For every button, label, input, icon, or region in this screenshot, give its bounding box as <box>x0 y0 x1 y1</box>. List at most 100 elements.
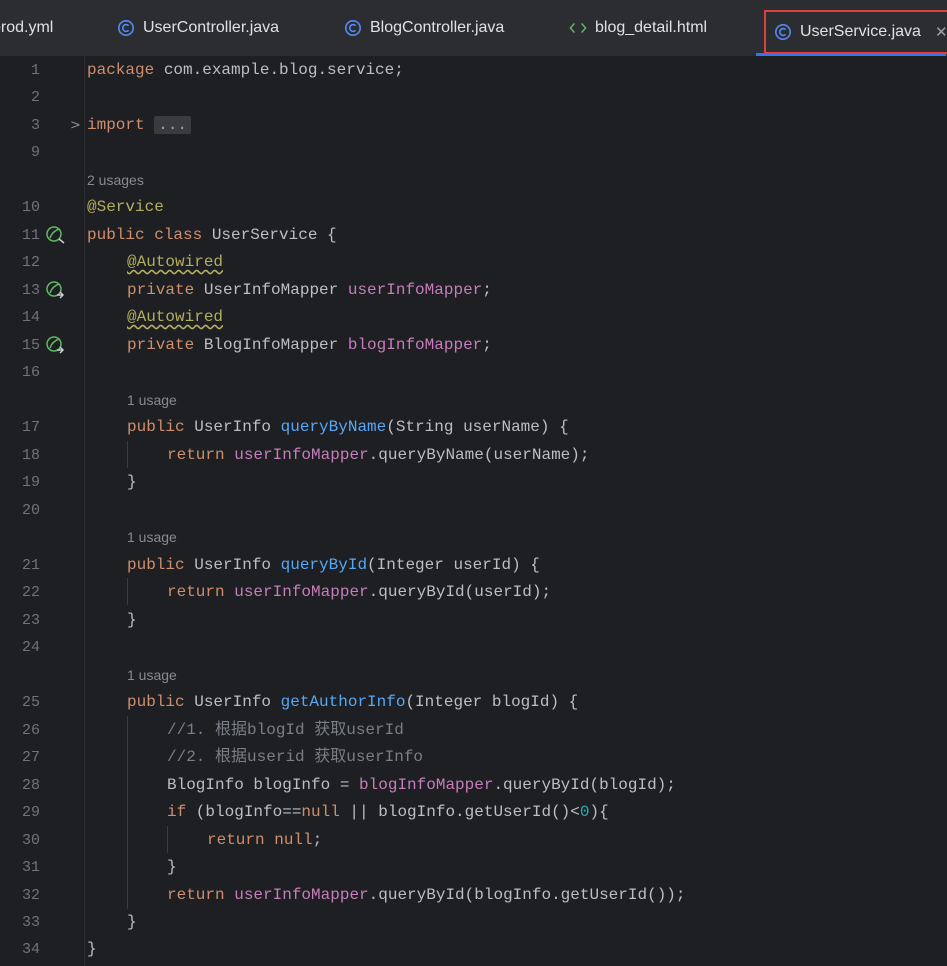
line-text: public UserInfo queryByName(String userN… <box>127 418 569 436</box>
tab-label: blog_detail.html <box>595 19 708 36</box>
line-text: private UserInfoMapper userInfoMapper; <box>127 281 492 299</box>
code-line: 14 @Autowired <box>0 304 947 331</box>
code-line: 26 //1. 根据blogId 获取userId <box>0 717 947 744</box>
code-line: 18 return userInfoMapper.queryByName(use… <box>0 442 947 469</box>
line-number: 25 <box>21 694 40 711</box>
line-number: 34 <box>21 941 40 958</box>
spring-bean-icon[interactable] <box>46 225 66 245</box>
tab-label: BlogController.java <box>370 19 505 36</box>
code-line: 27 //2. 根据userid 获取userInfo <box>0 744 947 771</box>
line-number: 3 <box>30 117 40 134</box>
line-number: 17 <box>21 419 40 436</box>
line-number: 23 <box>21 612 40 629</box>
fold-chevron-icon[interactable]: > <box>70 112 81 139</box>
line-number: 13 <box>21 282 40 299</box>
line-number: 19 <box>21 474 40 491</box>
line-text: @Autowired <box>127 308 224 326</box>
tab-label: UserService.java <box>800 23 921 40</box>
line-number: 21 <box>21 557 40 574</box>
code-line: 34 } <box>0 936 947 963</box>
line-number: 20 <box>21 502 40 519</box>
line-number: 10 <box>21 199 40 216</box>
code-line: 12 @Autowired <box>0 249 947 276</box>
code-line: 10 @Service <box>0 194 947 221</box>
tab-blog-detail-html[interactable]: blog_detail.html <box>569 0 707 56</box>
html-file-icon <box>569 19 587 37</box>
code-line: 11 public class UserService { <box>0 222 947 249</box>
line-text: package com.example.blog.service; <box>87 61 404 79</box>
line-number: 11 <box>21 227 40 244</box>
code-line: 21 public UserInfo queryById(Integer use… <box>0 552 947 579</box>
tab-blog-controller[interactable]: BlogController.java <box>344 0 504 56</box>
line-number: 24 <box>21 639 40 656</box>
tab-label: prod.yml <box>0 19 54 36</box>
line-number: 28 <box>21 777 40 794</box>
code-line: 28 BlogInfo blogInfo = blogInfoMapper.qu… <box>0 772 947 799</box>
code-line: 31 } <box>0 854 947 881</box>
code-line: 2 <box>0 84 947 111</box>
code-line: 1 package com.example.blog.service; <box>0 57 947 84</box>
line-number: 33 <box>21 914 40 931</box>
code-line: 13 private UserInfoMapper userInfoMapper… <box>0 277 947 304</box>
line-number: 14 <box>21 309 40 326</box>
code-line: 9 <box>0 139 947 166</box>
line-text: } <box>167 858 177 876</box>
folded-imports[interactable]: ... <box>154 116 192 134</box>
usage-hint[interactable]: 2 usages <box>87 172 144 188</box>
line-text: import ... <box>87 112 192 139</box>
usage-hint[interactable]: 1 usage <box>127 392 177 408</box>
line-number: 29 <box>21 804 40 821</box>
line-text: return userInfoMapper.queryByName(userNa… <box>167 446 590 464</box>
line-number: 30 <box>21 832 40 849</box>
autowired-navigation-icon[interactable] <box>46 335 66 355</box>
code-line: 30 return null; <box>0 827 947 854</box>
tab-user-controller[interactable]: UserController.java <box>117 0 279 56</box>
line-text: return null; <box>207 831 323 849</box>
line-text: @Service <box>87 198 164 216</box>
line-number: 27 <box>21 749 40 766</box>
autowired-navigation-icon[interactable] <box>46 280 66 300</box>
line-text: } <box>127 611 137 629</box>
code-line: 17 public UserInfo queryByName(String us… <box>0 414 947 441</box>
line-number: 22 <box>21 584 40 601</box>
line-number: 16 <box>21 364 40 381</box>
code-line: 15 private BlogInfoMapper blogInfoMapper… <box>0 332 947 359</box>
code-line: 32 return userInfoMapper.queryById(blogI… <box>0 882 947 909</box>
editor-tab-bar: prod.yml UserController.java BlogControl… <box>0 0 947 57</box>
line-number: 12 <box>21 254 40 271</box>
line-number: 2 <box>30 89 40 106</box>
line-text: public class UserService { <box>87 226 337 244</box>
tab-label: UserController.java <box>143 19 280 36</box>
code-line: 23 } <box>0 607 947 634</box>
code-line: 3 > import ... <box>0 112 947 139</box>
line-text: } <box>127 913 137 931</box>
java-class-icon <box>774 23 792 41</box>
line-text: private BlogInfoMapper blogInfoMapper; <box>127 336 492 354</box>
line-text: @Autowired <box>127 253 224 271</box>
line-comment: //2. 根据userid 获取userInfo <box>167 748 424 766</box>
code-line: 25 public UserInfo getAuthorInfo(Integer… <box>0 689 947 716</box>
java-class-icon <box>344 19 362 37</box>
usage-hint[interactable]: 1 usage <box>127 529 177 545</box>
line-number: 26 <box>21 722 40 739</box>
tab-user-service[interactable]: UserService.java ✕ <box>764 10 947 54</box>
line-number: 32 <box>21 887 40 904</box>
line-text: return userInfoMapper.queryById(userId); <box>167 583 552 601</box>
line-number: 9 <box>30 144 40 161</box>
line-number: 31 <box>21 859 40 876</box>
java-class-icon <box>117 19 135 37</box>
line-number: 1 <box>30 62 40 79</box>
code-line: 19 } <box>0 469 947 496</box>
usage-hint[interactable]: 1 usage <box>127 667 177 683</box>
line-comment: //1. 根据blogId 获取userId <box>167 721 404 739</box>
code-line: 20 <box>0 497 947 524</box>
code-line: 22 return userInfoMapper.queryById(userI… <box>0 579 947 606</box>
close-icon[interactable]: ✕ <box>935 23 947 41</box>
line-text: public UserInfo queryById(Integer userId… <box>127 556 540 574</box>
code-line: 24 <box>0 634 947 661</box>
line-text: } <box>87 940 97 958</box>
code-line: 29 if (blogInfo==null || blogInfo.getUse… <box>0 799 947 826</box>
tab-prod-yml[interactable]: prod.yml <box>0 0 53 56</box>
line-number: 18 <box>21 447 40 464</box>
line-text: if (blogInfo==null || blogInfo.getUserId… <box>167 803 609 821</box>
